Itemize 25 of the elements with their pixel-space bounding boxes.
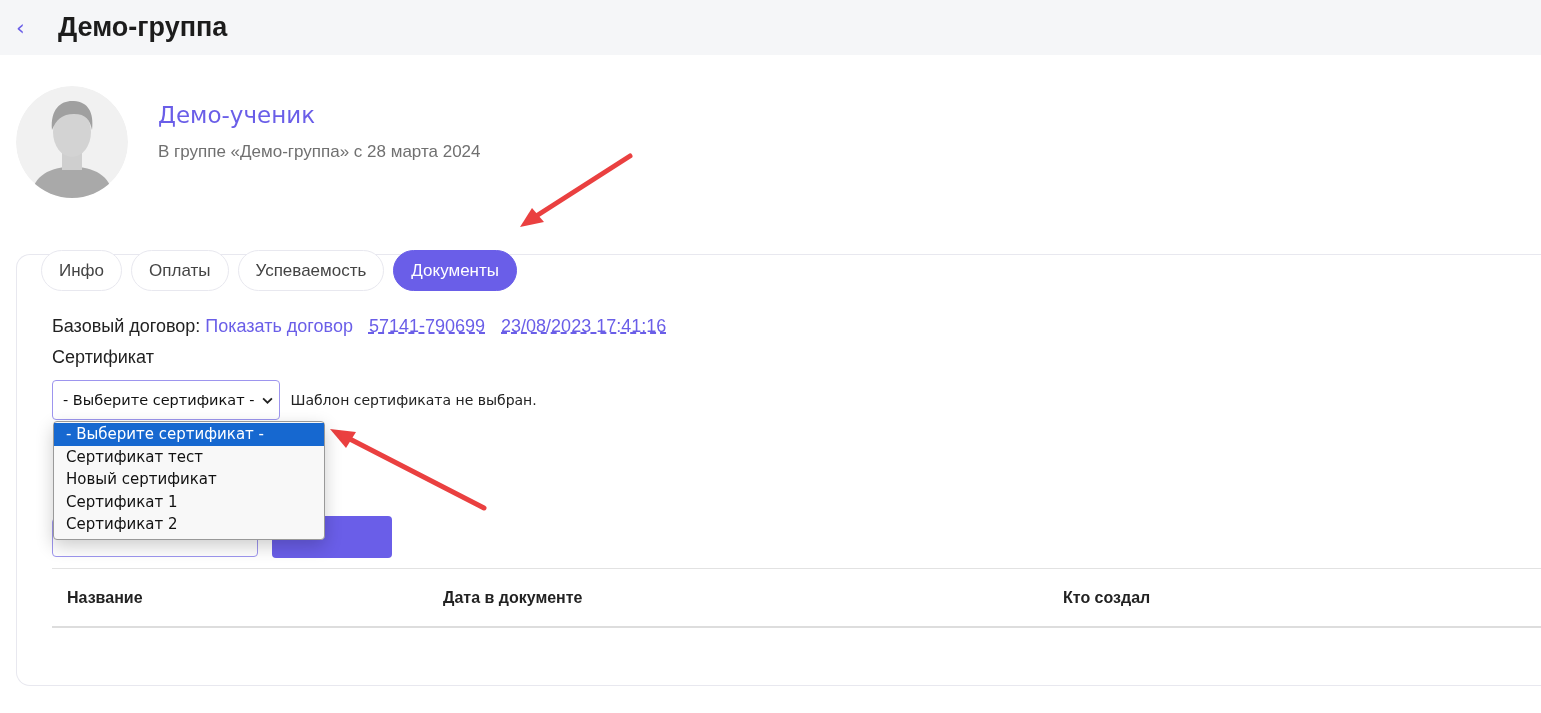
tab[interactable]: Документы	[393, 250, 517, 291]
certificate-note: Шаблон сертификата не выбран.	[290, 392, 537, 408]
tab[interactable]: Оплаты	[131, 250, 229, 291]
column-header: Название	[67, 588, 144, 607]
contract-date-link[interactable]: 23/08/2023 17:41:16	[501, 316, 667, 337]
chevron-down-icon	[262, 396, 274, 404]
student-name[interactable]: Демо-ученик	[158, 102, 481, 128]
page-title: Демо-группа	[58, 12, 228, 43]
dropdown-option[interactable]: Сертификат 1	[54, 490, 324, 513]
dropdown-option[interactable]: Сертификат 2	[54, 513, 324, 536]
column-header: Кто создал	[1063, 588, 1152, 607]
contract-label: Базовый договор:	[52, 316, 201, 337]
back-link[interactable]: ‹	[16, 15, 28, 40]
dropdown-option[interactable]: Сертификат тест	[54, 445, 324, 468]
certificate-select[interactable]: - Выберите сертификат -	[52, 380, 281, 420]
dropdown-option[interactable]: Новый сертификат	[54, 468, 324, 491]
tab[interactable]: Успеваемость	[237, 250, 385, 291]
tab[interactable]: Инфо	[41, 250, 123, 291]
dropdown-option[interactable]: - Выберите сертификат -	[54, 423, 324, 446]
column-header: Дата в документе	[443, 588, 584, 607]
contract-number-link[interactable]: 57141-790699	[368, 316, 486, 337]
enrollment-text: В группе «Демо-группа» с 28 марта 2024	[158, 142, 481, 162]
show-contract-link[interactable]: Показать договор	[205, 316, 353, 337]
avatar-icon	[16, 86, 128, 198]
certificate-label: Сертификат	[52, 347, 155, 368]
